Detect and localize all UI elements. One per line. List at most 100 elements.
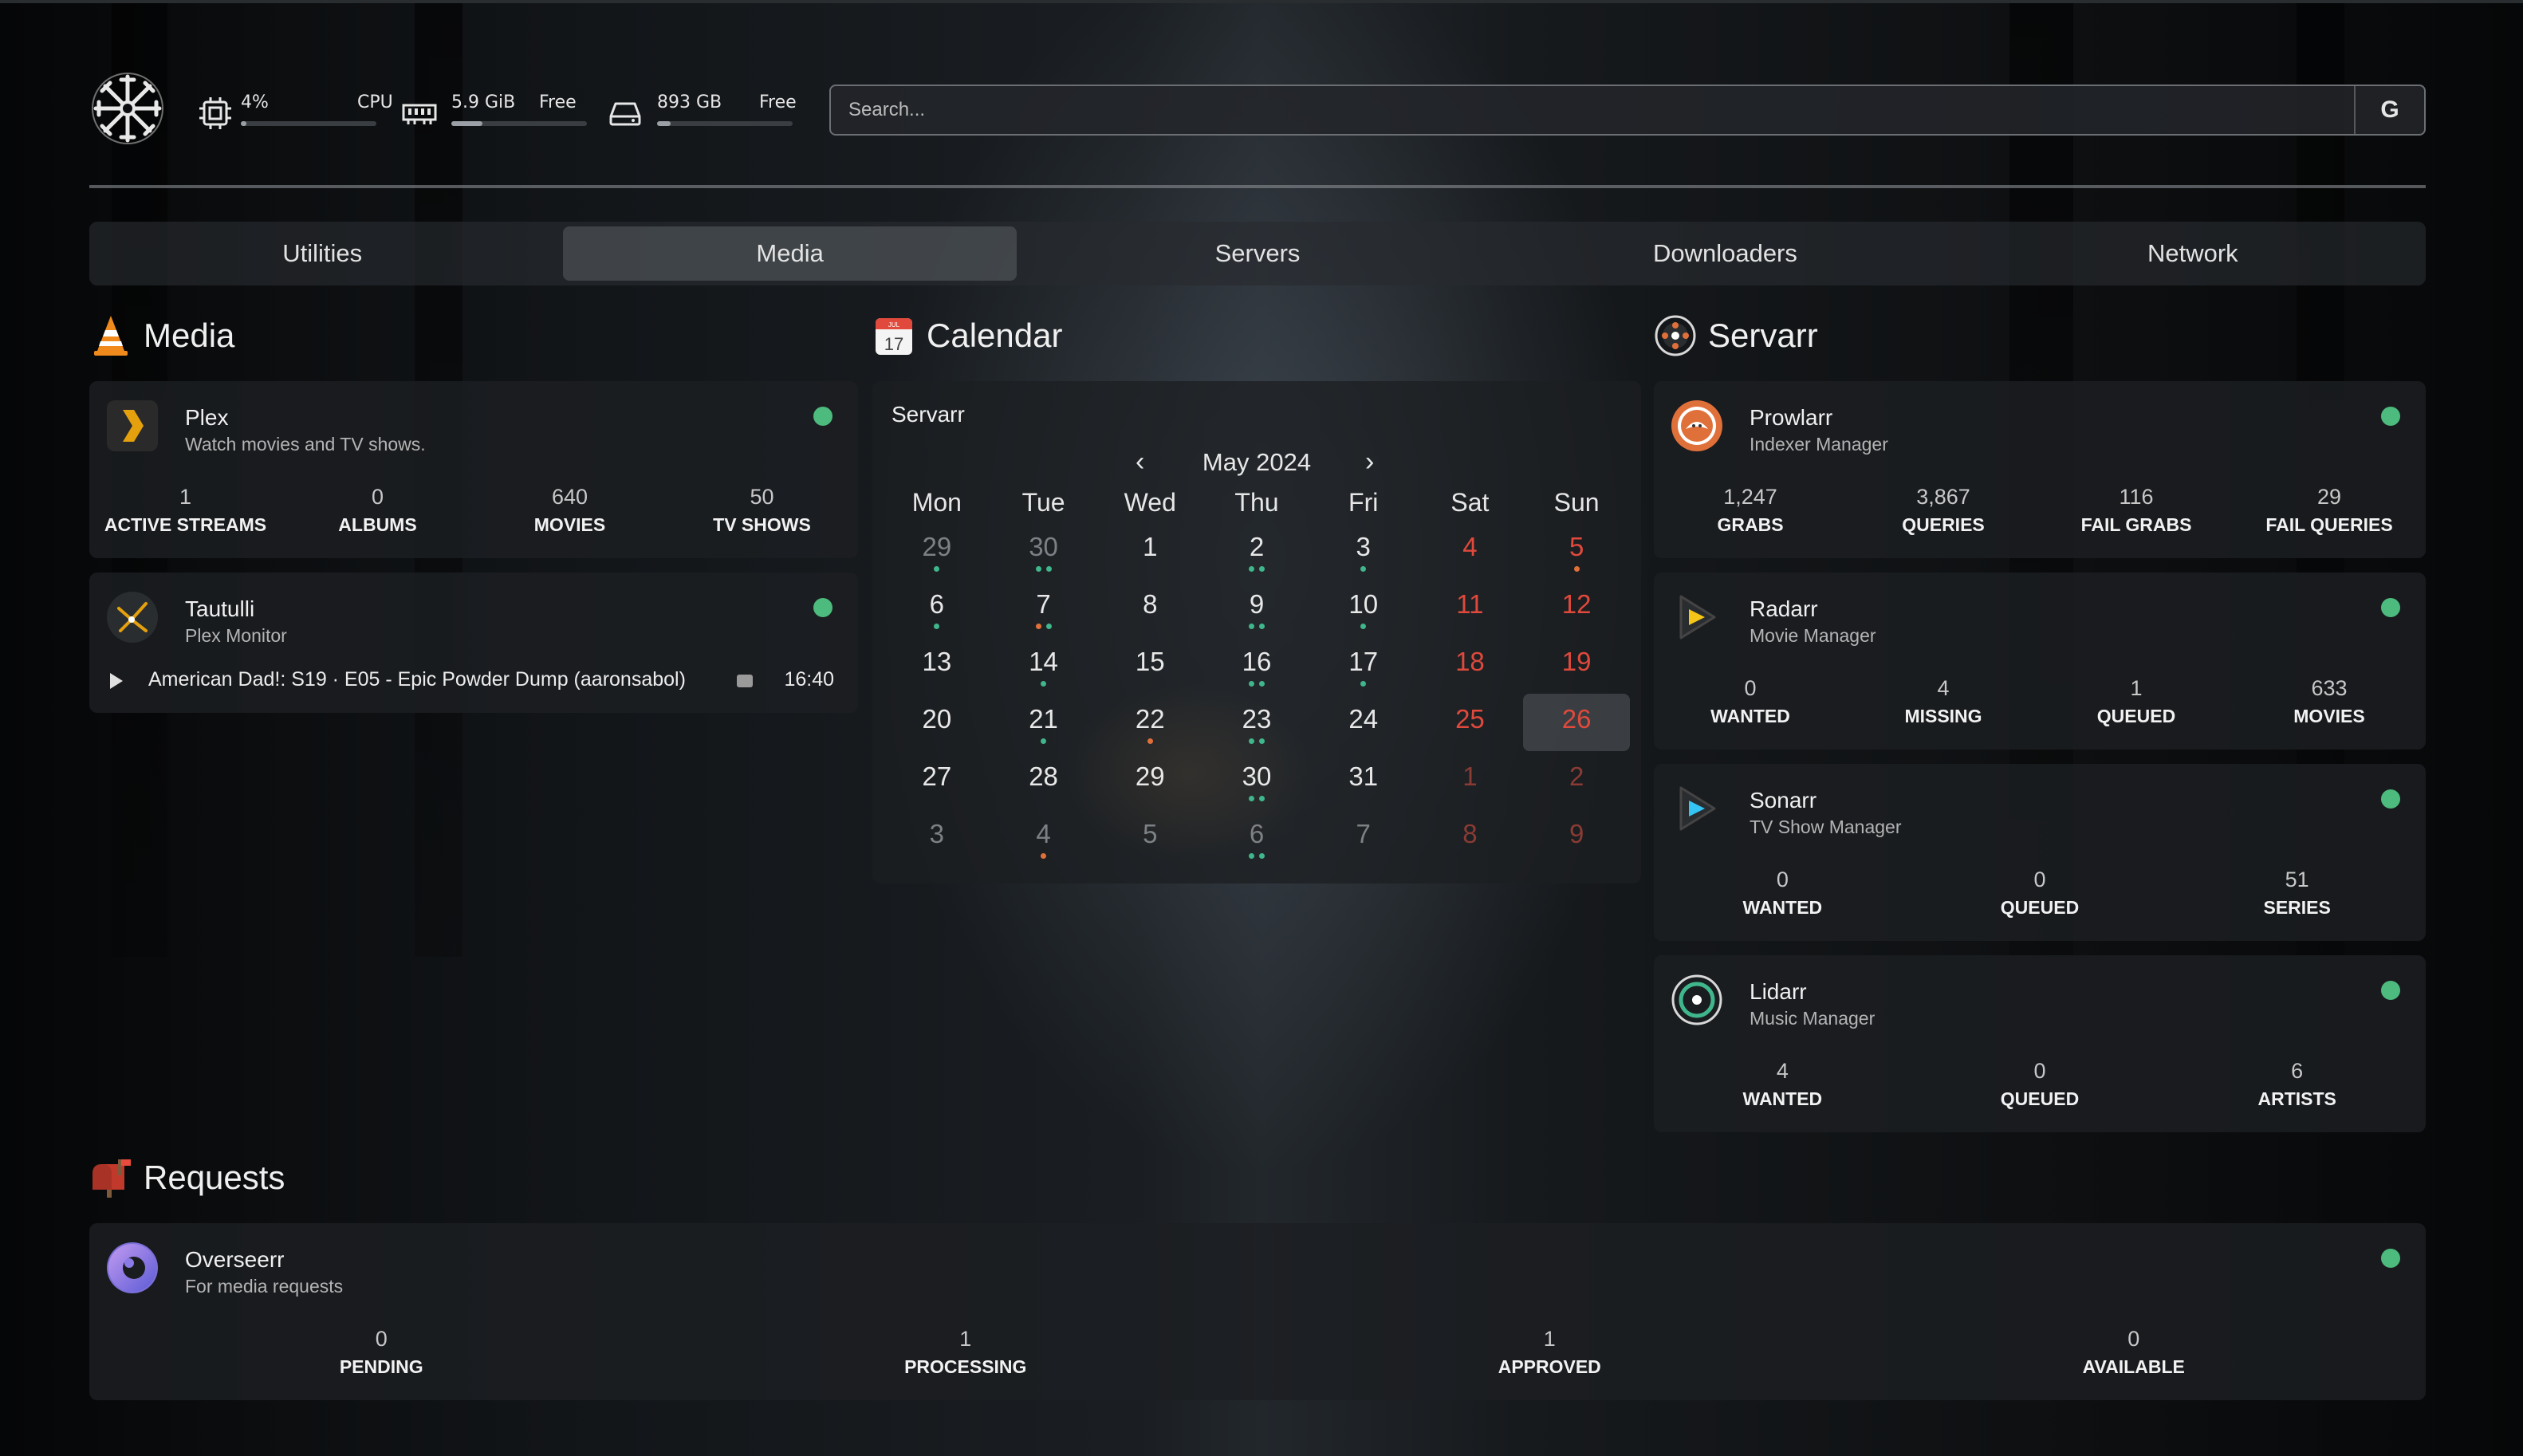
calendar-day-number: 11 — [1456, 589, 1484, 619]
calendar-day[interactable]: 29 — [884, 521, 990, 579]
prowlarr-icon — [1671, 400, 1722, 451]
cpu-label: CPU — [357, 92, 393, 112]
calendar-day-number: 29 — [922, 532, 952, 561]
calendar-day[interactable]: 2 — [1203, 521, 1310, 579]
tautulli-status-dot — [813, 598, 832, 617]
calendar-day[interactable]: 12 — [1523, 579, 1630, 636]
calendar-day[interactable]: 28 — [990, 751, 1097, 809]
tab-network[interactable]: Network — [1966, 226, 2419, 281]
calendar-day[interactable]: 3 — [884, 809, 990, 866]
now-playing-row[interactable]: American Dad!: S19 · E05 - Epic Powder D… — [107, 668, 834, 700]
calendar-day[interactable]: 14 — [990, 636, 1097, 694]
calendar-day-number: 8 — [1143, 589, 1158, 619]
calendar-event-dots — [884, 566, 990, 572]
calendar-day-number: 29 — [1135, 761, 1165, 791]
calendar-grid: Mon Tue Wed Thu Fri Sat Sun 29 30 1 2 3 4 5 6 7 8… — [884, 483, 1630, 866]
lidarr-stats: 4 WANTED 0 QUEUED 6 ARTISTS — [1654, 1059, 2426, 1110]
calendar-day[interactable]: 11 — [1417, 579, 1524, 636]
calendar-day[interactable]: 5 — [1523, 521, 1630, 579]
overseerr-icon — [107, 1242, 158, 1293]
servarr-section-title: Servarr — [1654, 314, 1818, 357]
calendar-event-dot — [934, 566, 940, 572]
calendar-day[interactable]: 17 — [1310, 636, 1417, 694]
weekday-tue: Tue — [1021, 488, 1065, 517]
calendar-day[interactable]: 1 — [1417, 751, 1524, 809]
calendar-day[interactable]: 24 — [1310, 694, 1417, 751]
calendar-day-today[interactable]: 26 — [1523, 694, 1630, 751]
prowlarr-card[interactable]: Prowlarr Indexer Manager 1,247 GRABS 3,86… — [1654, 381, 2426, 558]
calendar-day[interactable]: 19 — [1523, 636, 1630, 694]
calendar-day[interactable]: 2 — [1523, 751, 1630, 809]
radarr-card[interactable]: Radarr Movie Manager 0 WANTED 4 MISSING 1Q… — [1654, 573, 2426, 750]
tautulli-card[interactable]: Tautulli Plex Monitor American Dad!: S19… — [89, 573, 858, 713]
sonarr-card[interactable]: Sonarr TV Show Manager 0 WANTED 0 QUEUED 5… — [1654, 764, 2426, 941]
overseerr-card[interactable]: Overseerr For media requests 0 PENDING 1P… — [89, 1223, 2426, 1400]
ram-bar — [451, 121, 587, 126]
calendar-day[interactable]: 3 — [1310, 521, 1417, 579]
tab-utilities[interactable]: Utilities — [96, 226, 549, 281]
tab-media[interactable]: Media — [563, 226, 1017, 281]
calendar-event-dot — [1573, 566, 1580, 572]
stat-tv-shows: 50 TV SHOWS — [713, 485, 811, 535]
calendar-day[interactable]: 9 — [1523, 809, 1630, 866]
tab-downloaders[interactable]: Downloaders — [1498, 226, 1951, 281]
calendar-day-number: 23 — [1242, 704, 1272, 734]
calendar-event-dots — [1203, 738, 1310, 744]
calendar-day[interactable]: 7 — [1310, 809, 1417, 866]
search-input[interactable] — [848, 86, 2348, 134]
calendar-day[interactable]: 31 — [1310, 751, 1417, 809]
calendar-day[interactable]: 30 — [990, 521, 1097, 579]
calendar-day[interactable]: 8 — [1417, 809, 1524, 866]
memory-icon — [402, 97, 437, 126]
calendar-day[interactable]: 6 — [1203, 809, 1310, 866]
calendar-day[interactable]: 22 — [1096, 694, 1203, 751]
calendar-day-number: 5 — [1143, 819, 1158, 848]
calendar-event-dot — [1258, 681, 1265, 687]
calendar-day-number: 4 — [1462, 532, 1478, 561]
plex-card[interactable]: Plex Watch movies and TV shows. 1 ACTIVE … — [89, 381, 858, 558]
vegvisir-logo-icon[interactable] — [89, 70, 166, 147]
calendar-day-number: 13 — [922, 647, 952, 676]
calendar-day[interactable]: 15 — [1096, 636, 1203, 694]
calendar-day[interactable]: 5 — [1096, 809, 1203, 866]
calendar-event-dot — [1360, 624, 1367, 629]
calendar-day[interactable]: 20 — [884, 694, 990, 751]
calendar-event-dot — [1041, 853, 1047, 859]
calendar-day[interactable]: 1 — [1096, 521, 1203, 579]
cpu-value: 4% — [241, 92, 269, 112]
calendar-event-dot — [1248, 566, 1254, 572]
calendar-next-button[interactable]: › — [1365, 447, 1374, 478]
stat-queued: 0 QUEUED — [2000, 868, 2080, 918]
calendar-event-dot — [1360, 681, 1367, 687]
calendar-day[interactable]: 29 — [1096, 751, 1203, 809]
calendar-day[interactable]: 23 — [1203, 694, 1310, 751]
calendar-day[interactable]: 10 — [1310, 579, 1417, 636]
calendar-day-number: 16 — [1242, 647, 1272, 676]
calendar-day[interactable]: 21 — [990, 694, 1097, 751]
calendar-day[interactable]: 18 — [1417, 636, 1524, 694]
calendar-day[interactable]: 7 — [990, 579, 1097, 636]
tab-servers[interactable]: Servers — [1031, 226, 1484, 281]
calendar-day[interactable]: 16 — [1203, 636, 1310, 694]
calendar-event-dots — [1203, 681, 1310, 687]
calendar-day[interactable]: 27 — [884, 751, 990, 809]
lidarr-card[interactable]: Lidarr Music Manager 4 WANTED 0 QUEUED 6 AR… — [1654, 955, 2426, 1132]
calendar-day[interactable]: 30 — [1203, 751, 1310, 809]
calendar-day[interactable]: 9 — [1203, 579, 1310, 636]
search-engine-button[interactable]: G — [2354, 86, 2424, 134]
tautulli-icon — [107, 592, 158, 643]
prowlarr-status-dot — [2381, 407, 2400, 426]
calendar-event-dot — [1258, 624, 1265, 629]
calendar-day[interactable]: 8 — [1096, 579, 1203, 636]
calendar-day-number: 2 — [1569, 761, 1584, 791]
stat-wanted: 0 WANTED — [1742, 868, 1823, 918]
calendar-day[interactable]: 13 — [884, 636, 990, 694]
calendar-day-number: 18 — [1455, 647, 1485, 676]
calendar-day[interactable]: 25 — [1417, 694, 1524, 751]
calendar-day[interactable]: 6 — [884, 579, 990, 636]
calendar-day[interactable]: 4 — [1417, 521, 1524, 579]
calendar-day-number: 28 — [1029, 761, 1058, 791]
calendar-day[interactable]: 4 — [990, 809, 1097, 866]
calendar-event-dot — [1045, 624, 1052, 629]
tautulli-description: Plex Monitor — [185, 625, 287, 646]
